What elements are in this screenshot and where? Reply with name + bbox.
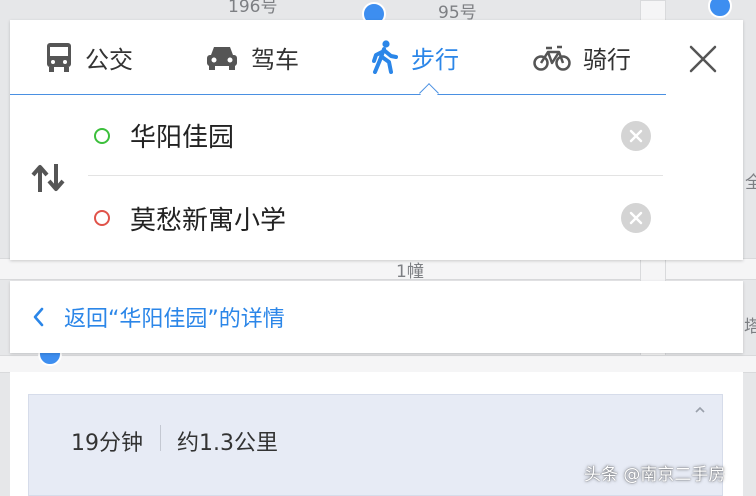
chevron-up-icon[interactable]	[694, 406, 706, 414]
map-road	[0, 355, 756, 373]
map-label: 塔	[744, 317, 756, 337]
travel-mode-tabs: 公交 驾车 步行 骑行	[10, 20, 666, 103]
swap-direction-icon[interactable]	[30, 162, 66, 194]
map-label: 1幢	[396, 262, 424, 282]
start-marker-icon	[94, 127, 110, 144]
back-link-label: 返回“华阳佳园”的详情	[64, 307, 285, 332]
watermark-text: 头条 @南京二手房	[584, 465, 726, 485]
tab-bus[interactable]: 公交	[45, 20, 133, 94]
walk-icon	[372, 40, 398, 74]
tab-walk[interactable]: 步行	[369, 20, 459, 94]
start-location-input[interactable]	[130, 115, 600, 156]
tab-drive[interactable]: 驾车	[205, 20, 299, 94]
route-search-card: 公交 驾车 步行 骑行 华阳佳园 莫愁新寓小学	[10, 20, 743, 260]
close-icon[interactable]	[686, 42, 720, 76]
bus-icon	[47, 43, 71, 72]
tab-label: 骑行	[583, 45, 631, 74]
clear-icon	[629, 211, 643, 225]
tabs-divider	[10, 94, 666, 95]
tab-label: 步行	[411, 45, 459, 74]
start-location-row	[88, 96, 663, 176]
bicycle-icon	[533, 45, 571, 71]
chevron-left-icon	[33, 307, 44, 327]
route-duration: 19分钟	[71, 431, 143, 456]
back-to-details-link[interactable]: 返回“华阳佳园”的详情	[10, 281, 743, 353]
tab-label: 驾车	[251, 45, 299, 74]
car-icon	[207, 47, 237, 70]
map-label: 全	[745, 173, 756, 193]
divider	[160, 425, 161, 451]
clear-icon	[629, 129, 643, 143]
clear-start-button[interactable]	[621, 121, 651, 151]
map-label: 196号	[228, 0, 278, 17]
map-poi-pin[interactable]	[708, 0, 732, 18]
end-location-input[interactable]	[130, 198, 600, 238]
tab-bicycle[interactable]: 骑行	[533, 20, 631, 94]
clear-end-button[interactable]	[621, 203, 651, 233]
end-marker-icon	[94, 210, 110, 226]
tab-label: 公交	[85, 45, 133, 74]
end-location-row	[88, 178, 663, 258]
route-distance: 约1.3公里	[177, 431, 278, 456]
